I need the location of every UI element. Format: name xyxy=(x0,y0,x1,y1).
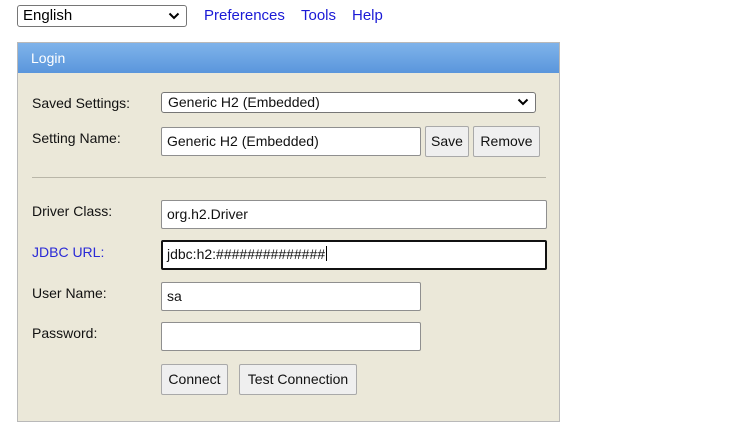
jdbc-url-field[interactable]: jdbc:h2:############## xyxy=(161,240,547,270)
driver-class-label: Driver Class: xyxy=(32,203,113,219)
jdbc-url-value: jdbc:h2:############## xyxy=(167,246,326,262)
language-select-value: English xyxy=(23,7,73,24)
chevron-down-icon xyxy=(168,12,180,20)
remove-button[interactable]: Remove xyxy=(473,126,540,157)
tools-link[interactable]: Tools xyxy=(301,7,336,25)
test-connection-button[interactable]: Test Connection xyxy=(239,364,357,395)
divider xyxy=(32,177,546,178)
connect-button[interactable]: Connect xyxy=(161,364,228,395)
password-label: Password: xyxy=(32,325,98,341)
help-link[interactable]: Help xyxy=(352,7,383,25)
login-panel-header: Login xyxy=(18,43,559,73)
driver-class-field[interactable]: org.h2.Driver xyxy=(161,200,547,229)
driver-class-value: org.h2.Driver xyxy=(167,206,248,222)
password-field[interactable] xyxy=(161,322,421,351)
setting-name-field[interactable]: Generic H2 (Embedded) xyxy=(161,127,421,156)
user-name-label: User Name: xyxy=(32,285,107,301)
text-caret xyxy=(326,246,328,261)
save-button[interactable]: Save xyxy=(425,126,469,157)
saved-settings-select[interactable]: Generic H2 (Embedded) xyxy=(161,92,536,113)
jdbc-url-label: JDBC URL: xyxy=(32,244,105,260)
chevron-down-icon xyxy=(517,98,529,106)
preferences-link[interactable]: Preferences xyxy=(204,7,285,25)
saved-settings-value: Generic H2 (Embedded) xyxy=(168,94,320,110)
setting-name-value: Generic H2 (Embedded) xyxy=(167,133,319,149)
saved-settings-label: Saved Settings: xyxy=(32,95,131,111)
user-name-field[interactable]: sa xyxy=(161,282,421,311)
language-select[interactable]: English xyxy=(17,5,187,27)
setting-name-label: Setting Name: xyxy=(32,130,121,146)
user-name-value: sa xyxy=(167,288,182,304)
